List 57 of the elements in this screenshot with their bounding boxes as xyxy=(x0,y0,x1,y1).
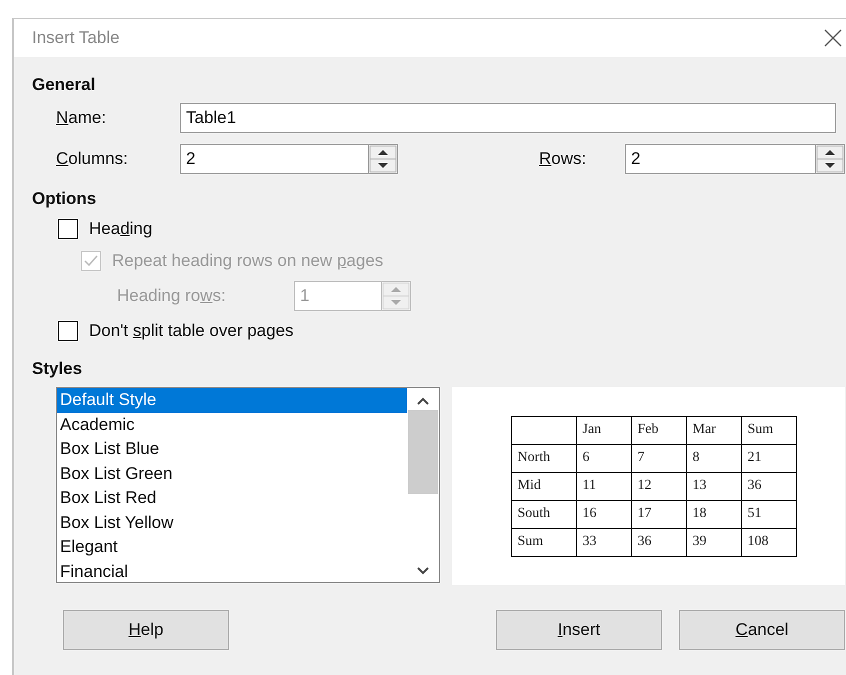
preview-cell: South xyxy=(511,500,576,528)
field-label: Heading rows: xyxy=(117,286,227,306)
dialog-button[interactable]: Help xyxy=(63,610,229,650)
preview-cell: 7 xyxy=(631,444,686,472)
checkbox[interactable] xyxy=(58,219,78,239)
preview-cell: 11 xyxy=(576,472,631,500)
rows-field[interactable]: 2 xyxy=(625,144,815,174)
list-item[interactable]: Box List Blue xyxy=(57,437,407,462)
preview-cell: Mid xyxy=(511,472,576,500)
preview-cell: Sum xyxy=(741,416,796,444)
section-heading: Options xyxy=(32,189,98,209)
field-label: Rows: xyxy=(539,149,588,169)
list-item[interactable]: Default Style xyxy=(57,388,407,412)
preview-cell: 39 xyxy=(686,528,741,556)
name-field[interactable]: Table1 xyxy=(180,103,836,133)
preview-cell: 16 xyxy=(576,500,631,528)
list-item[interactable]: Academic xyxy=(57,412,407,437)
field-label: Columns: xyxy=(56,149,129,169)
checkbox-label: Don't split table over pages xyxy=(89,321,294,341)
list-item[interactable]: Box List Green xyxy=(57,462,407,486)
preview-cell: 8 xyxy=(686,444,741,472)
checkbox[interactable] xyxy=(58,321,78,341)
scroll-down-icon[interactable] xyxy=(416,566,430,576)
dialog-button[interactable]: Insert xyxy=(496,610,662,650)
preview-cell: 51 xyxy=(741,500,796,528)
preview-cell: Mar xyxy=(686,416,741,444)
list-item[interactable]: Box List Red xyxy=(57,486,407,510)
preview-cell: 12 xyxy=(631,472,686,500)
preview-cell: 13 xyxy=(686,472,741,500)
checkmark-icon xyxy=(83,254,99,268)
spin-buttons-icon[interactable] xyxy=(368,144,398,174)
spin-buttons-icon[interactable] xyxy=(815,144,845,174)
checkbox-label: Heading xyxy=(89,219,152,239)
checkbox-label: Repeat heading rows on new pages xyxy=(112,251,384,271)
list-item[interactable]: Financial xyxy=(57,560,407,582)
preview-cell: 33 xyxy=(576,528,631,556)
preview-cell: 21 xyxy=(741,444,796,472)
preview-cell: 6 xyxy=(576,444,631,472)
preview-cell: 17 xyxy=(631,500,686,528)
list-item[interactable]: Box List Yellow xyxy=(57,510,407,535)
section-heading: General xyxy=(32,75,96,95)
section-heading: Styles xyxy=(32,359,84,379)
field-label: Name: xyxy=(56,108,108,128)
preview-cell: Feb xyxy=(631,416,686,444)
columns-field[interactable]: 2 xyxy=(180,144,368,174)
preview-cell: 108 xyxy=(741,528,796,556)
close-icon[interactable] xyxy=(823,28,843,48)
preview-cell: 36 xyxy=(631,528,686,556)
preview-cell: 36 xyxy=(741,472,796,500)
preview-cell: 18 xyxy=(686,500,741,528)
preview-cell: Sum xyxy=(511,528,576,556)
window-title: Insert Table xyxy=(32,28,120,48)
list-item[interactable]: Elegant xyxy=(57,535,407,560)
scroll-up-icon[interactable] xyxy=(416,396,430,406)
dialog-button[interactable]: Cancel xyxy=(679,610,845,650)
preview-cell: Jan xyxy=(576,416,631,444)
preview-cell: North xyxy=(511,444,576,472)
